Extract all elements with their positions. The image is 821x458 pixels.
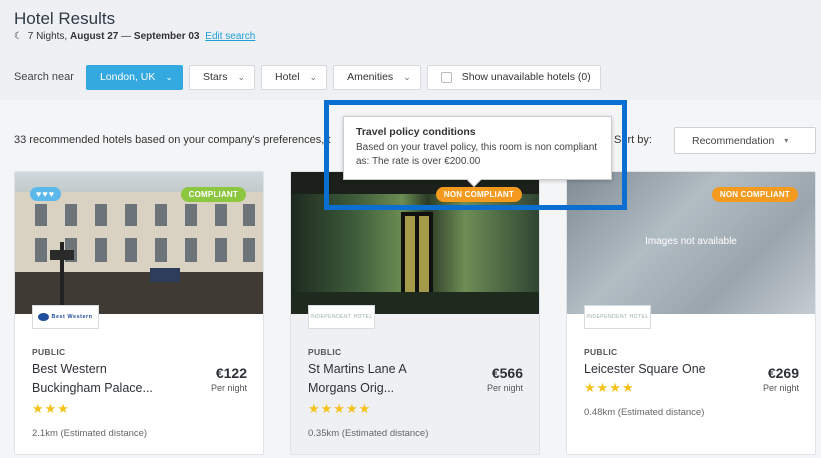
rate-type: PUBLIC xyxy=(32,347,66,357)
no-image-text: Images not available xyxy=(645,236,737,247)
chevron-down-icon: ⌄ xyxy=(403,71,411,82)
star-rating: ★★★ xyxy=(32,401,70,416)
sort-dropdown[interactable]: Recommendation ▾ xyxy=(674,127,816,154)
show-unavailable-label: Show unavailable hotels (0) xyxy=(461,71,591,83)
hotel-card[interactable]: NON COMPLIANT INDEPENDENT HOTEL PUBLIC S… xyxy=(290,171,540,455)
logo-text: Best Western xyxy=(51,314,93,320)
hotel-photo: NON COMPLIANT xyxy=(291,172,539,314)
per-night-label: Per night xyxy=(486,383,523,393)
compliance-badge: NON COMPLIANT xyxy=(435,187,522,202)
hotel-logo: INDEPENDENT HOTEL xyxy=(584,305,651,329)
hotel-name: St Martins Lane A Morgans Orig... xyxy=(308,360,468,398)
hotel-logo: INDEPENDENT HOTEL xyxy=(308,305,375,329)
hotel-card[interactable]: Images not available NON COMPLIANT INDEP… xyxy=(566,171,816,455)
location-dropdown[interactable]: London, UK ⌄ xyxy=(85,64,183,90)
moon-icon: ☾ xyxy=(14,31,23,42)
star-rating: ★★★★ xyxy=(584,380,635,395)
page-title: Hotel Results xyxy=(14,9,116,28)
chevron-down-icon: ⌄ xyxy=(309,71,318,82)
location-value: London, UK xyxy=(99,71,156,83)
stars-filter[interactable]: Stars ⌄ xyxy=(188,64,256,90)
per-night-label: Per night xyxy=(762,383,799,393)
hotel-name: Leicester Square One xyxy=(584,360,744,379)
distance: 2.1km (Estimated distance) xyxy=(32,428,148,439)
price: €566 xyxy=(491,365,523,381)
hotel-photo-placeholder: Images not available NON COMPLIANT xyxy=(567,172,815,314)
hotel-name-line1: Leicester Square One xyxy=(584,362,706,376)
chevron-down-icon: ⌄ xyxy=(237,71,246,82)
show-unavailable-checkbox[interactable] xyxy=(440,71,452,83)
trip-summary: ☾ 7 Nights, August 27 — September 03 Edi… xyxy=(14,31,255,42)
hotel-filter[interactable]: Hotel ⌄ xyxy=(261,64,328,90)
star-rating: ★★★★★ xyxy=(308,401,372,416)
filter-bar: Search near London, UK ⌄ Stars ⌄ Hotel ⌄… xyxy=(14,64,607,90)
hotel-name: Best Western Buckingham Palace... xyxy=(32,360,192,398)
hotel-photo: ♥♥♥ COMPLIANT xyxy=(15,172,263,314)
tooltip-body: Based on your travel policy, this room i… xyxy=(356,142,598,167)
price: €269 xyxy=(767,365,799,381)
search-near-label: Search near xyxy=(14,71,74,83)
stars-filter-label: Stars xyxy=(202,71,228,83)
distance: 0.48km (Estimated distance) xyxy=(584,407,705,418)
sort-label: Sort by: xyxy=(614,134,652,146)
hotel-card[interactable]: ♥♥♥ COMPLIANT Best Western PUBLIC Best W… xyxy=(14,171,264,455)
distance: 0.35km (Estimated distance) xyxy=(308,428,429,439)
date-from: August 27 xyxy=(70,31,119,42)
date-to: September 03 xyxy=(133,31,200,42)
hotel-name-line1: St Martins Lane A xyxy=(308,362,407,376)
nights-text: 7 Nights, xyxy=(27,31,68,42)
amenities-filter-label: Amenities xyxy=(347,71,394,83)
hotel-filter-label: Hotel xyxy=(275,71,300,83)
hotel-name-line2: Morgans Orig... xyxy=(308,381,395,395)
price: €122 xyxy=(215,365,247,381)
chevron-down-icon: ⌄ xyxy=(165,71,173,82)
hotel-logo: Best Western xyxy=(32,305,99,329)
amenities-filter[interactable]: Amenities ⌄ xyxy=(333,64,421,90)
sort-value: Recommendation xyxy=(692,134,775,147)
favorite-hearts-icon: ♥♥♥ xyxy=(30,187,62,201)
compliance-badge: COMPLIANT xyxy=(180,187,246,202)
hotel-name-line2: Buckingham Palace... xyxy=(32,381,153,395)
edit-search-link[interactable]: Edit search xyxy=(205,31,255,42)
travel-policy-tooltip: Travel policy conditions Based on your t… xyxy=(343,116,612,188)
per-night-label: Per night xyxy=(210,383,247,393)
results-header: Hotel Results ☾ 7 Nights, August 27 — Se… xyxy=(0,0,821,100)
results-count: 33 recommended hotels based on your comp… xyxy=(14,134,331,146)
rate-type: PUBLIC xyxy=(308,347,342,357)
hotel-name-line1: Best Western xyxy=(32,362,107,376)
compliance-badge: NON COMPLIANT xyxy=(711,187,798,202)
show-unavailable-toggle[interactable]: Show unavailable hotels (0) xyxy=(426,64,601,90)
rate-type: PUBLIC xyxy=(584,347,618,357)
chevron-down-icon: ▾ xyxy=(784,136,789,145)
best-western-logo-icon xyxy=(38,313,50,321)
date-separator: — xyxy=(121,31,132,42)
tooltip-title: Travel policy conditions xyxy=(356,126,476,138)
